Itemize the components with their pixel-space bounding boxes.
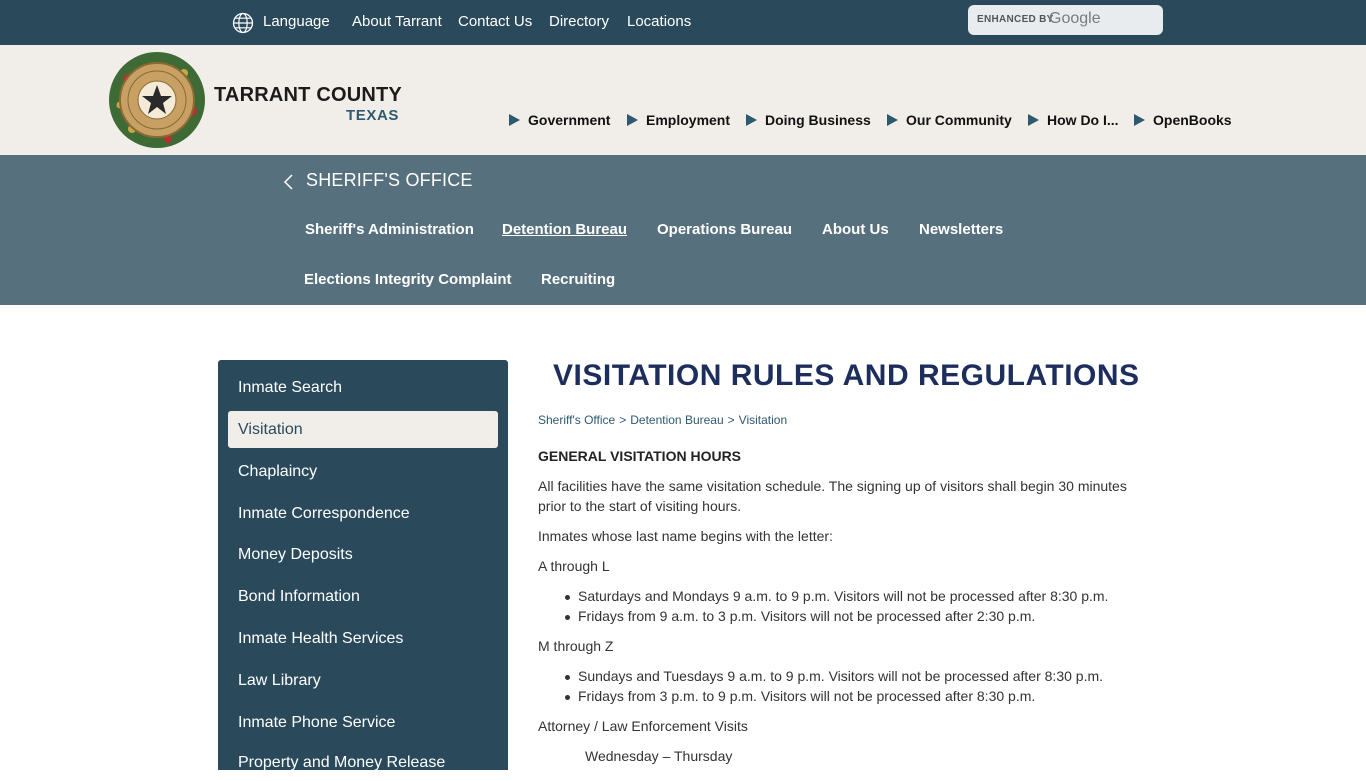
attorney-label: Attorney / Law Enforcement Visits [538, 718, 748, 734]
locations-link[interactable]: Locations [627, 0, 691, 45]
sidebar-item-money-deposits[interactable]: Money Deposits [228, 536, 498, 573]
sidebar-item-inmate-correspondence[interactable]: Inmate Correspondence [228, 495, 498, 532]
subnav-newsletters[interactable]: Newsletters [919, 221, 1003, 238]
breadcrumb-detention-bureau[interactable]: Detention Bureau [630, 413, 723, 427]
language-link[interactable]: Language [263, 0, 330, 45]
about-tarrant-link[interactable]: About Tarrant [352, 0, 442, 45]
breadcrumb-visitation[interactable]: Visitation [739, 413, 787, 427]
globe-icon[interactable] [232, 12, 254, 34]
play-arrow-icon [627, 114, 638, 126]
nav-employment[interactable]: Employment [627, 112, 730, 132]
subnav-elections-integrity-complaint[interactable]: Elections Integrity Complaint [304, 271, 512, 288]
list-item: Fridays from 9 a.m. to 3 p.m. Visitors w… [564, 608, 1036, 624]
breadcrumb-sheriffs-office[interactable]: Sheriff's Office [538, 413, 615, 427]
contact-us-link[interactable]: Contact Us [458, 0, 532, 45]
sidebar-item-inmate-health-services[interactable]: Inmate Health Services [228, 620, 498, 657]
letters-intro: Inmates whose last name begins with the … [538, 528, 833, 544]
top-utility-bar: Language About Tarrant Contact Us Direct… [0, 0, 1366, 45]
list-item: Sundays and Tuesdays 9 a.m. to 9 p.m. Vi… [564, 668, 1104, 684]
nav-government[interactable]: Government [509, 112, 610, 132]
play-arrow-icon [509, 114, 520, 126]
sidebar-item-inmate-search[interactable]: Inmate Search [228, 369, 498, 406]
google-logo: Google [1049, 10, 1101, 27]
subnav-recruiting[interactable]: Recruiting [541, 271, 615, 288]
subnav-about-us[interactable]: About Us [822, 221, 889, 238]
sidebar-item-property-and-money-release[interactable]: Property and Money Release [228, 744, 498, 781]
chevron-left-icon[interactable] [282, 173, 294, 191]
sidebar-item-inmate-phone-service[interactable]: Inmate Phone Service [228, 704, 498, 741]
play-arrow-icon [887, 114, 898, 126]
subnav-sheriffs-administration[interactable]: Sheriff's Administration [305, 221, 474, 238]
group-label: M through Z [538, 638, 614, 654]
nav-how-do-i[interactable]: How Do I... [1028, 112, 1119, 132]
nav-our-community[interactable]: Our Community [887, 112, 1012, 132]
breadcrumb: Sheriff's Office > Detention Bureau > Visita… [538, 413, 788, 427]
sidebar-item-bond-information[interactable]: Bond Information [228, 578, 498, 615]
county-seal-logo[interactable] [108, 51, 206, 149]
play-arrow-icon [746, 114, 757, 126]
play-arrow-icon [1028, 114, 1039, 126]
directory-link[interactable]: Directory [549, 0, 609, 45]
intro-text: All facilities have the same visitation … [538, 478, 1127, 494]
list-item: Fridays from 3 p.m. to 9 p.m. Visitors w… [564, 688, 1036, 704]
intro-text: prior to the start of visiting hours. [538, 498, 742, 514]
brand-name[interactable]: TARRANT COUNTY [214, 84, 402, 107]
department-title[interactable]: SHERIFF'S OFFICE [306, 170, 473, 191]
group-label: A through L [538, 558, 610, 574]
search-input[interactable]: ENHANCED BY Google [968, 5, 1163, 35]
list-item: Saturdays and Mondays 9 a.m. to 9 p.m. V… [564, 588, 1109, 604]
page-title: VISITATION RULES AND REGULATIONS [553, 359, 1140, 392]
sidebar: Inmate Search Visitation Chaplaincy Inma… [218, 360, 508, 771]
nav-doing-business[interactable]: Doing Business [746, 112, 871, 132]
brand-state: TEXAS [346, 107, 400, 124]
sidebar-item-visitation[interactable]: Visitation [228, 411, 498, 448]
sidebar-item-law-library[interactable]: Law Library [228, 662, 498, 699]
sidebar-item-chaplaincy[interactable]: Chaplaincy [228, 453, 498, 490]
search-enhanced-label: ENHANCED BY [977, 14, 1054, 25]
nav-openbooks[interactable]: OpenBooks [1134, 112, 1232, 132]
subnav-operations-bureau[interactable]: Operations Bureau [657, 221, 792, 238]
section-heading: GENERAL VISITATION HOURS [538, 448, 742, 464]
play-arrow-icon [1134, 114, 1145, 126]
attorney-days: Wednesday – Thursday [585, 748, 733, 764]
subnav-detention-bureau[interactable]: Detention Bureau [502, 221, 627, 238]
